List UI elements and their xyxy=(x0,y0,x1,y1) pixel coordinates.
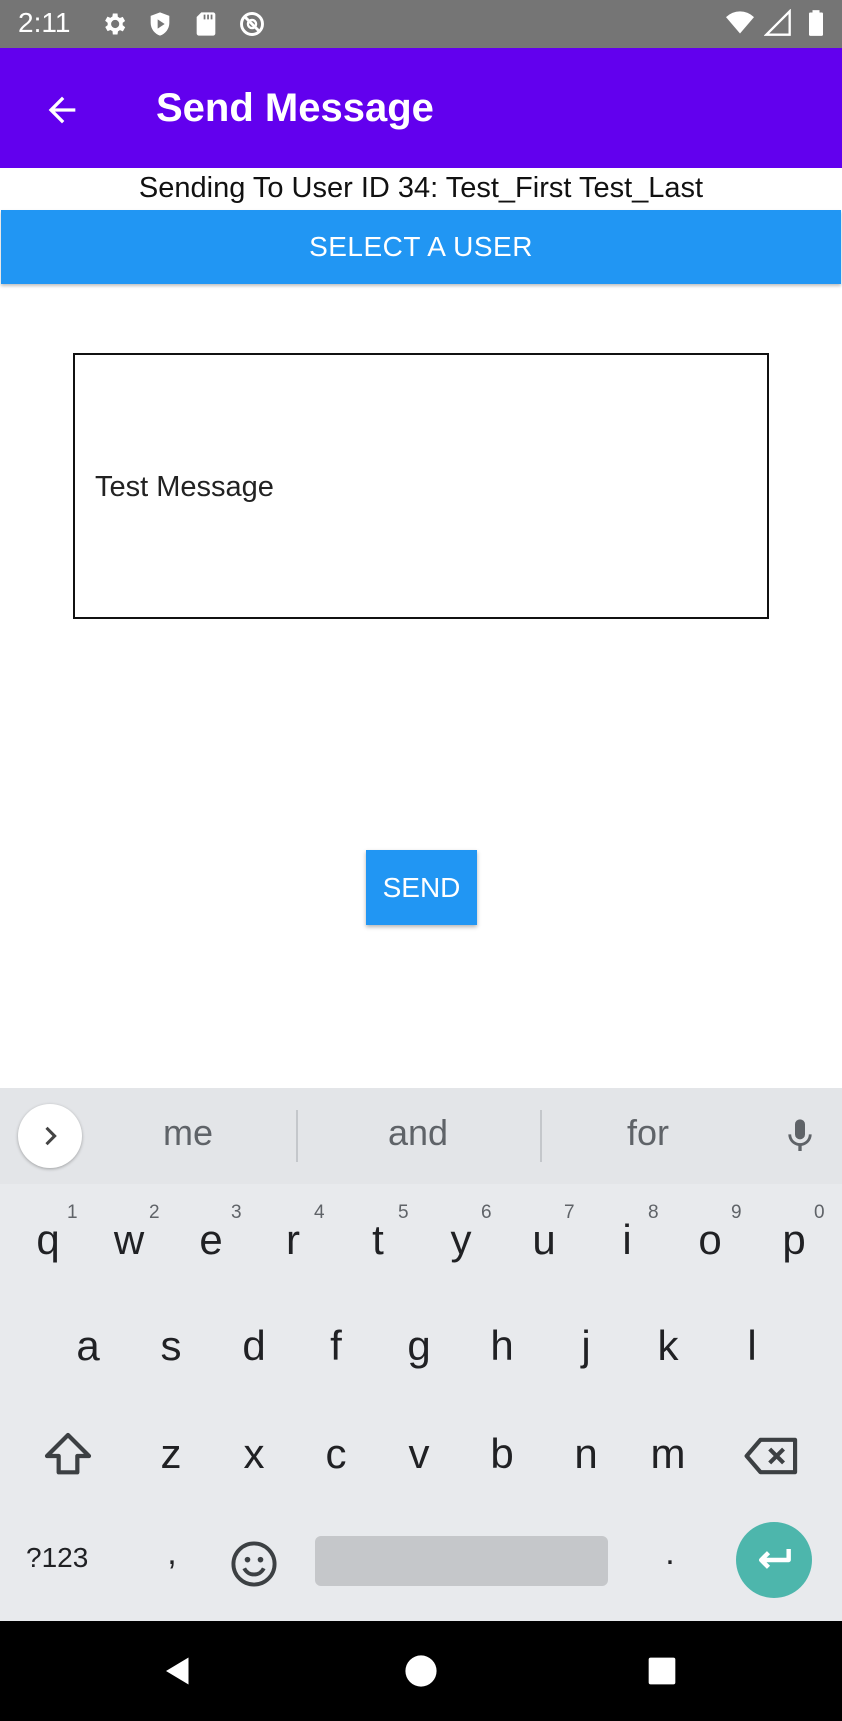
key-b[interactable]: b xyxy=(472,1430,532,1478)
battery-icon xyxy=(809,10,823,36)
arrow-back-icon xyxy=(48,96,76,124)
key-h[interactable]: h xyxy=(472,1322,532,1370)
chevron-right-icon xyxy=(45,1126,57,1146)
enter-arrow-icon xyxy=(758,1549,791,1569)
send-button[interactable]: SEND xyxy=(366,850,477,925)
key-hint-7: 7 xyxy=(564,1202,575,1223)
soft-keyboard: me and for q 1 w 2 e 3 r 4 t 5 y 6 u 7 i… xyxy=(0,1088,842,1621)
gear-icon xyxy=(105,13,126,35)
key-k[interactable]: k xyxy=(638,1322,698,1370)
key-hint-2: 2 xyxy=(149,1202,160,1223)
key-a[interactable]: a xyxy=(58,1322,118,1370)
nav-recents-button[interactable] xyxy=(640,1649,684,1693)
page-title: Send Message xyxy=(156,86,434,130)
key-m[interactable]: m xyxy=(638,1430,698,1478)
key-c[interactable]: c xyxy=(306,1430,366,1478)
suggestion-1[interactable]: me xyxy=(98,1112,278,1154)
message-input-value: Test Message xyxy=(95,471,274,503)
status-bar: 2:11 xyxy=(0,0,842,48)
message-input[interactable]: Test Message xyxy=(73,353,769,619)
status-icons-right xyxy=(726,9,830,37)
key-v[interactable]: v xyxy=(389,1430,449,1478)
key-hint-0: 0 xyxy=(814,1202,825,1223)
key-hint-4: 4 xyxy=(314,1202,325,1223)
key-z[interactable]: z xyxy=(141,1430,201,1478)
key-comma[interactable]: , xyxy=(142,1534,202,1573)
key-g[interactable]: g xyxy=(389,1322,449,1370)
back-triangle-icon xyxy=(166,1657,189,1685)
key-hint-6: 6 xyxy=(481,1202,492,1223)
wifi-icon xyxy=(726,11,754,34)
key-n[interactable]: n xyxy=(556,1430,616,1478)
suggestion-divider xyxy=(540,1110,542,1162)
shift-key[interactable] xyxy=(40,1428,96,1484)
key-hint-1: 1 xyxy=(67,1202,78,1223)
keyboard-expand-button[interactable] xyxy=(18,1104,82,1168)
key-x[interactable]: x xyxy=(224,1430,284,1478)
microphone-icon[interactable] xyxy=(780,1112,820,1160)
recipient-label: Sending To User ID 34: Test_First Test_L… xyxy=(138,172,704,204)
key-s[interactable]: s xyxy=(141,1322,201,1370)
back-button[interactable] xyxy=(36,84,88,136)
recents-square-icon xyxy=(648,1657,676,1685)
nav-home-button[interactable] xyxy=(399,1649,443,1693)
symbols-key[interactable]: ?123 xyxy=(26,1542,88,1574)
key-j[interactable]: j xyxy=(556,1322,616,1370)
key-hint-8: 8 xyxy=(648,1202,659,1223)
key-d[interactable]: d xyxy=(224,1322,284,1370)
key-hint-3: 3 xyxy=(231,1202,242,1223)
backspace-icon xyxy=(744,1437,798,1475)
home-circle-icon xyxy=(405,1655,437,1687)
key-hint-5: 5 xyxy=(398,1202,409,1223)
suggestion-divider xyxy=(296,1110,298,1162)
system-nav-bar xyxy=(0,1621,842,1721)
sd-card-icon xyxy=(196,12,216,36)
app-bar: Send Message xyxy=(0,48,842,168)
nav-back-button[interactable] xyxy=(156,1649,200,1693)
shield-icon xyxy=(150,12,170,36)
backspace-key[interactable] xyxy=(742,1428,802,1484)
at-sign-icon xyxy=(240,12,264,36)
shift-icon xyxy=(44,1432,92,1475)
suggestion-3[interactable]: for xyxy=(558,1112,738,1154)
select-user-button[interactable]: SELECT A USER xyxy=(1,210,841,284)
emoji-key[interactable] xyxy=(228,1538,280,1590)
status-icons-left xyxy=(100,10,266,38)
enter-key[interactable] xyxy=(736,1522,812,1598)
status-time: 2:11 xyxy=(18,7,71,38)
key-f[interactable]: f xyxy=(306,1322,366,1370)
signal-icon xyxy=(764,9,791,36)
suggestion-bar: me and for xyxy=(0,1088,842,1184)
emoji-icon xyxy=(231,1541,277,1587)
key-period[interactable]: . xyxy=(640,1534,700,1573)
key-hint-9: 9 xyxy=(731,1202,742,1223)
suggestion-2[interactable]: and xyxy=(328,1112,508,1154)
space-key[interactable] xyxy=(315,1536,608,1586)
key-l[interactable]: l xyxy=(722,1322,782,1370)
